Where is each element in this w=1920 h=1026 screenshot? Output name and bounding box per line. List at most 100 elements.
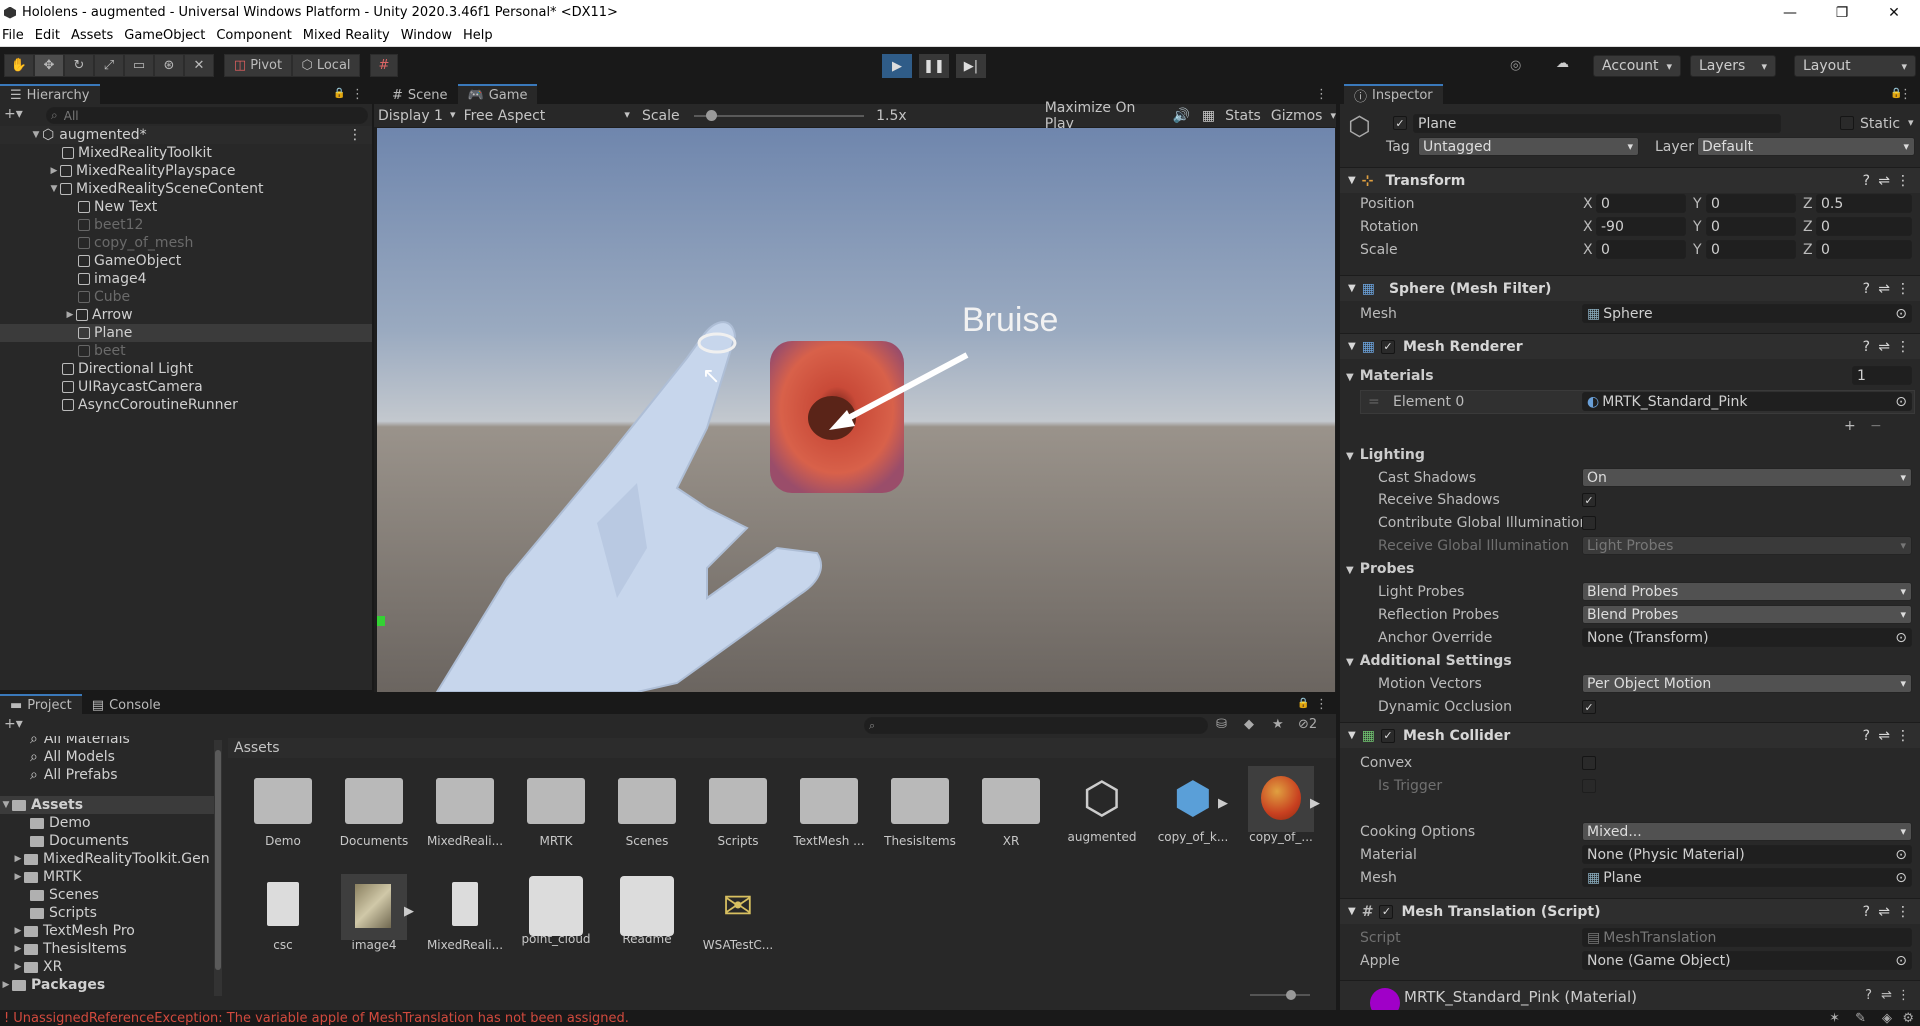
asset-file[interactable]: MixedReali... <box>422 882 508 952</box>
asset-folder[interactable]: Documents <box>331 774 417 848</box>
enabled-checkbox[interactable]: ✓ <box>1380 339 1395 354</box>
asset-folder[interactable]: Scenes <box>604 774 690 848</box>
fold-arrow-icon[interactable]: ▼ <box>1346 657 1354 668</box>
tab-project[interactable]: ▬ Project <box>0 694 82 714</box>
asset-text[interactable]: Readme <box>604 876 690 946</box>
chevron-down-icon[interactable]: ▾ <box>1908 116 1914 129</box>
enabled-checkbox[interactable]: ✓ <box>1379 904 1394 919</box>
asset-folder[interactable]: MixedReali... <box>422 774 508 848</box>
play-button[interactable]: ▶ <box>882 54 912 78</box>
element-material-field[interactable]: ◐ MRTK_Standard_Pink ⊙ <box>1582 392 1912 411</box>
help-icon[interactable]: ? <box>1863 728 1870 744</box>
object-picker-icon[interactable]: ⊙ <box>1895 847 1907 863</box>
position-z-field[interactable]: 0.5 <box>1816 194 1912 213</box>
rotation-y-field[interactable]: 0 <box>1706 217 1796 236</box>
project-search-input[interactable]: ⌕ <box>864 717 1208 734</box>
menu-mixed-reality[interactable]: Mixed Reality <box>302 28 399 43</box>
tree-folder[interactable]: Scenes <box>30 886 99 904</box>
hierarchy-item[interactable]: beet12 <box>0 216 372 234</box>
favorite-item[interactable]: ⌕ All Materials <box>30 736 130 748</box>
stats-toggle[interactable]: Stats <box>1225 108 1261 124</box>
account-dropdown[interactable]: Account <box>1593 55 1681 77</box>
cache-icon[interactable]: ◈ <box>1882 1011 1892 1026</box>
lock-icon[interactable]: 🔒 <box>1297 698 1309 709</box>
menu-component[interactable]: Component <box>215 28 300 43</box>
tree-folder[interactable]: Scripts <box>30 904 97 922</box>
fold-arrow-icon[interactable]: ▼ <box>30 130 42 140</box>
tab-game[interactable]: 🎮 Game <box>457 84 538 104</box>
tab-hierarchy[interactable]: ☰ Hierarchy <box>0 84 100 104</box>
fold-arrow-icon[interactable]: ▼ <box>1346 451 1354 462</box>
fold-arrow-icon[interactable]: ▼ <box>1346 565 1354 576</box>
collider-mesh-field[interactable]: ▦ Plane ⊙ <box>1582 868 1912 887</box>
asset-text[interactable]: point_cloud <box>513 876 599 946</box>
hierarchy-item[interactable]: AsyncCoroutineRunner <box>0 396 372 414</box>
grid-snap-icon[interactable]: # <box>370 54 398 77</box>
fold-arrow-icon[interactable]: ▼ <box>1346 372 1354 383</box>
custom-tool-icon[interactable]: ✕ <box>184 54 214 77</box>
transform-tool-icon[interactable]: ⊛ <box>154 54 184 77</box>
component-menu-icon[interactable]: ⋮ <box>1896 173 1910 189</box>
asset-folder[interactable]: Scripts <box>695 774 781 848</box>
favorite-icon[interactable]: ★ <box>1272 717 1284 732</box>
presets-icon[interactable]: ⇌ <box>1878 281 1890 297</box>
display-dropdown[interactable]: Display 1 ▾ <box>374 108 458 124</box>
presets-icon[interactable]: ⇌ <box>1878 728 1890 744</box>
component-menu-icon[interactable]: ⋮ <box>1896 904 1910 920</box>
fold-arrow-icon[interactable]: ▶ <box>12 872 24 882</box>
help-icon[interactable]: ? <box>1863 904 1870 920</box>
gizmos-toggle[interactable]: Gizmos <box>1271 108 1323 124</box>
hierarchy-item[interactable]: ▶ Arrow <box>0 306 372 324</box>
layers-dropdown[interactable]: Layers <box>1690 55 1776 77</box>
materials-count-field[interactable]: 1 <box>1852 366 1912 385</box>
object-name-field[interactable]: Plane <box>1413 114 1781 133</box>
pause-button[interactable]: ❚❚ <box>919 54 949 78</box>
tree-folder[interactable]: Documents <box>30 832 129 850</box>
asset-folder[interactable]: Demo <box>240 774 326 848</box>
lock-icon[interactable]: 🔒 <box>333 88 345 99</box>
fold-arrow-icon[interactable]: ▼ <box>1348 906 1356 917</box>
object-picker-icon[interactable]: ⊙ <box>1895 870 1907 886</box>
icon-size-slider[interactable] <box>1250 990 1310 1000</box>
tree-scrollbar[interactable] <box>214 740 222 996</box>
tree-folder[interactable]: ▶ ThesisItems <box>12 940 127 958</box>
tree-folder[interactable]: ▶ TextMesh Pro <box>12 922 135 940</box>
step-button[interactable]: ▶| <box>956 54 986 78</box>
expand-asset-icon[interactable]: ▶ <box>1310 796 1320 811</box>
hierarchy-item[interactable]: ▼ MixedRealitySceneContent <box>0 180 372 198</box>
probes-foldout[interactable]: ▼ Probes <box>1346 561 1414 577</box>
help-icon[interactable]: ? <box>1865 988 1872 1003</box>
hierarchy-item[interactable]: GameObject <box>0 252 372 270</box>
active-checkbox[interactable]: ✓ <box>1393 116 1407 130</box>
fold-arrow-icon[interactable]: ▶ <box>12 854 24 864</box>
mute-audio-icon[interactable]: 🔊 <box>1172 108 1189 124</box>
fold-arrow-icon[interactable]: ▶ <box>12 962 24 972</box>
fold-arrow-icon[interactable]: ▶ <box>48 166 60 176</box>
scale-slider[interactable] <box>693 109 865 121</box>
local-toggle[interactable]: ⬡ Local <box>292 54 360 77</box>
close-button[interactable]: ✕ <box>1868 0 1920 25</box>
tree-folder[interactable]: ▶ MixedRealityToolkit.Gen <box>12 850 210 868</box>
hierarchy-item[interactable]: Cube <box>0 288 372 306</box>
settings-icon[interactable]: ⚙ <box>1902 1011 1914 1026</box>
materials-foldout[interactable]: ▼ Materials <box>1346 368 1434 384</box>
receive-shadows-checkbox[interactable]: ✓ <box>1582 493 1596 507</box>
script-header[interactable]: ▼ # ✓ Mesh Translation (Script)? ⇌ ⋮ <box>1340 898 1920 924</box>
menu-file[interactable]: File <box>1 28 33 43</box>
layer-dropdown[interactable]: Default <box>1697 137 1915 156</box>
breadcrumb-assets[interactable]: Assets <box>234 740 280 756</box>
collider-material-field[interactable]: None (Physic Material) ⊙ <box>1582 845 1912 864</box>
layout-dropdown[interactable]: Layout <box>1794 55 1916 77</box>
convex-checkbox[interactable] <box>1582 756 1596 770</box>
search-by-label-icon[interactable]: ◆ <box>1244 717 1254 732</box>
light-probes-dropdown[interactable]: Blend Probes <box>1582 582 1912 601</box>
chevron-down-icon[interactable]: ▾ <box>1330 109 1336 122</box>
menu-edit[interactable]: Edit <box>34 28 69 43</box>
rect-tool-icon[interactable]: ▭ <box>124 54 154 77</box>
material-footer[interactable]: MRTK_Standard_Pink (Material) ? ⇌ ⋮ <box>1340 980 1920 1010</box>
fold-arrow-icon[interactable]: ▶ <box>12 926 24 936</box>
presets-icon[interactable]: ⇌ <box>1878 904 1890 920</box>
fold-arrow-icon[interactable]: ▼ <box>1348 730 1356 741</box>
asset-certificate[interactable]: ✉ WSATestC... <box>695 882 781 952</box>
fold-arrow-icon[interactable]: ▼ <box>1348 341 1356 352</box>
